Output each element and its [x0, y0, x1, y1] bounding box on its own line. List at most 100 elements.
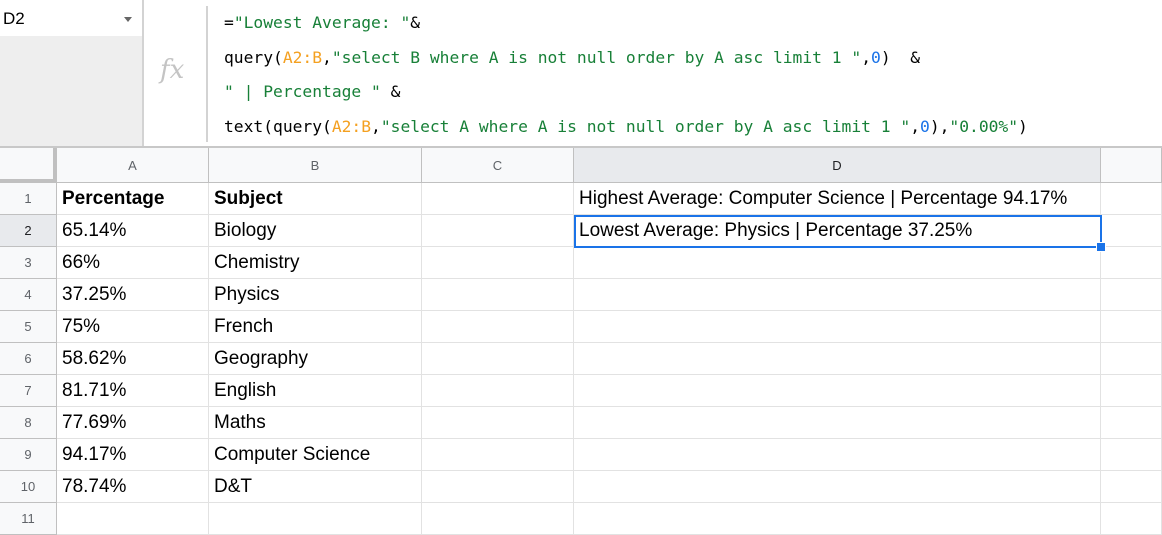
- cell-e8[interactable]: [1101, 407, 1162, 439]
- cell-b3[interactable]: Chemistry: [209, 247, 422, 279]
- row-header-5[interactable]: 5: [0, 311, 57, 343]
- fill-handle[interactable]: [1096, 242, 1106, 252]
- select-all-corner[interactable]: [0, 148, 57, 183]
- cell-d4[interactable]: [574, 279, 1101, 311]
- cell-e11[interactable]: [1101, 503, 1162, 535]
- row-header-8[interactable]: 8: [0, 407, 57, 439]
- formula-token: A2:B: [331, 116, 372, 136]
- cell-c6[interactable]: [422, 343, 574, 375]
- cell-a9[interactable]: 94.17%: [57, 439, 209, 471]
- cell-c1[interactable]: [422, 183, 574, 215]
- formula-token: ,: [322, 47, 332, 67]
- cell-d2[interactable]: Lowest Average: Physics | Percentage 37.…: [574, 215, 1101, 247]
- row-header-7[interactable]: 7: [0, 375, 57, 407]
- formula-input[interactable]: ="Lowest Average: "& query(A2:B,"select B…: [224, 6, 1028, 144]
- formula-token: "select A where A is not null order by A…: [380, 116, 911, 136]
- cell-e6[interactable]: [1101, 343, 1162, 375]
- formula-token: ,: [910, 116, 920, 136]
- row-header-3[interactable]: 3: [0, 247, 57, 279]
- chevron-down-icon[interactable]: [124, 17, 132, 22]
- column-header[interactable]: [1101, 148, 1162, 183]
- cell-c10[interactable]: [422, 471, 574, 503]
- row-header-2[interactable]: 2: [0, 215, 57, 247]
- formula-token: text(query(: [224, 116, 332, 136]
- row-header-11[interactable]: 11: [0, 503, 57, 535]
- cell-e7[interactable]: [1101, 375, 1162, 407]
- cell-c5[interactable]: [422, 311, 574, 343]
- cell-a2[interactable]: 65.14%: [57, 215, 209, 247]
- row-header-6[interactable]: 6: [0, 343, 57, 375]
- cell-e9[interactable]: [1101, 439, 1162, 471]
- formula-token: "Lowest Average: ": [233, 13, 411, 32]
- column-header-c[interactable]: C: [422, 148, 574, 183]
- cell-b1[interactable]: Subject: [209, 183, 422, 215]
- cell-e10[interactable]: [1101, 471, 1162, 503]
- formula-bar-area: D2 fx ="Lowest Average: "& query(A2:B,"se…: [0, 0, 1162, 148]
- row-header-9[interactable]: 9: [0, 439, 57, 471]
- spreadsheet-grid: A B C D 1 Percentage Subject Highest Average: C…: [0, 148, 1162, 535]
- cell-a10[interactable]: 78.74%: [57, 471, 209, 503]
- cell-a8[interactable]: 77.69%: [57, 407, 209, 439]
- cell-b8[interactable]: Maths: [209, 407, 422, 439]
- cell-b6[interactable]: Geography: [209, 343, 422, 375]
- column-header-d[interactable]: D: [574, 148, 1101, 183]
- formula-line: text(query(A2:B,"select A where A is not…: [224, 110, 1028, 145]
- formula-token: "0.00%": [949, 116, 1019, 136]
- row-header-10[interactable]: 10: [0, 471, 57, 503]
- cell-b9[interactable]: Computer Science: [209, 439, 422, 471]
- divider: [206, 6, 208, 142]
- column-header-b[interactable]: B: [209, 148, 422, 183]
- cell-c7[interactable]: [422, 375, 574, 407]
- cell-a7[interactable]: 81.71%: [57, 375, 209, 407]
- cell-e4[interactable]: [1101, 279, 1162, 311]
- cell-a5[interactable]: 75%: [57, 311, 209, 343]
- cell-a4[interactable]: 37.25%: [57, 279, 209, 311]
- cell-c8[interactable]: [422, 407, 574, 439]
- formula-line: ="Lowest Average: "&: [224, 6, 1028, 41]
- formula-token: "select B where A is not null order by A…: [331, 47, 862, 67]
- cell-b5[interactable]: French: [209, 311, 422, 343]
- cell-d11[interactable]: [574, 503, 1101, 535]
- formula-token: ),: [929, 116, 950, 136]
- cell-d3[interactable]: [574, 247, 1101, 279]
- cell-a1[interactable]: Percentage: [57, 183, 209, 215]
- formula-token: &: [380, 82, 401, 101]
- cell-d8[interactable]: [574, 407, 1101, 439]
- name-box-padding: [0, 36, 142, 146]
- cell-b7[interactable]: English: [209, 375, 422, 407]
- row-header-1[interactable]: 1: [0, 183, 57, 215]
- cell-d5[interactable]: [574, 311, 1101, 343]
- cell-c9[interactable]: [422, 439, 574, 471]
- cell-c3[interactable]: [422, 247, 574, 279]
- cell-c11[interactable]: [422, 503, 574, 535]
- row-header-4[interactable]: 4: [0, 279, 57, 311]
- cell-e1[interactable]: [1101, 183, 1162, 215]
- formula-token: 0: [871, 47, 881, 67]
- cell-e2[interactable]: [1101, 215, 1162, 247]
- cell-c4[interactable]: [422, 279, 574, 311]
- formula-token: " | Percentage ": [224, 82, 381, 101]
- cell-b10[interactable]: D&T: [209, 471, 422, 503]
- cell-e3[interactable]: [1101, 247, 1162, 279]
- name-box[interactable]: D2: [0, 0, 142, 36]
- cell-d9[interactable]: [574, 439, 1101, 471]
- cell-a6[interactable]: 58.62%: [57, 343, 209, 375]
- cell-b2[interactable]: Biology: [209, 215, 422, 247]
- cell-a11[interactable]: [57, 503, 209, 535]
- formula-line: " | Percentage " &: [224, 75, 1028, 110]
- formula-token: &: [410, 13, 421, 32]
- column-header-a[interactable]: A: [57, 148, 209, 183]
- cell-d7[interactable]: [574, 375, 1101, 407]
- cell-b4[interactable]: Physics: [209, 279, 422, 311]
- cell-d6[interactable]: [574, 343, 1101, 375]
- formula-token: A2:B: [282, 47, 323, 67]
- cell-a3[interactable]: 66%: [57, 247, 209, 279]
- cell-b11[interactable]: [209, 503, 422, 535]
- cell-c2[interactable]: [422, 215, 574, 247]
- formula-token: ) &: [880, 47, 921, 67]
- cell-d1[interactable]: Highest Average: Computer Science | Perc…: [574, 183, 1101, 215]
- cell-d10[interactable]: [574, 471, 1101, 503]
- formula-line: query(A2:B,"select B where A is not null…: [224, 41, 1028, 76]
- name-box-value: D2: [3, 9, 25, 28]
- cell-e5[interactable]: [1101, 311, 1162, 343]
